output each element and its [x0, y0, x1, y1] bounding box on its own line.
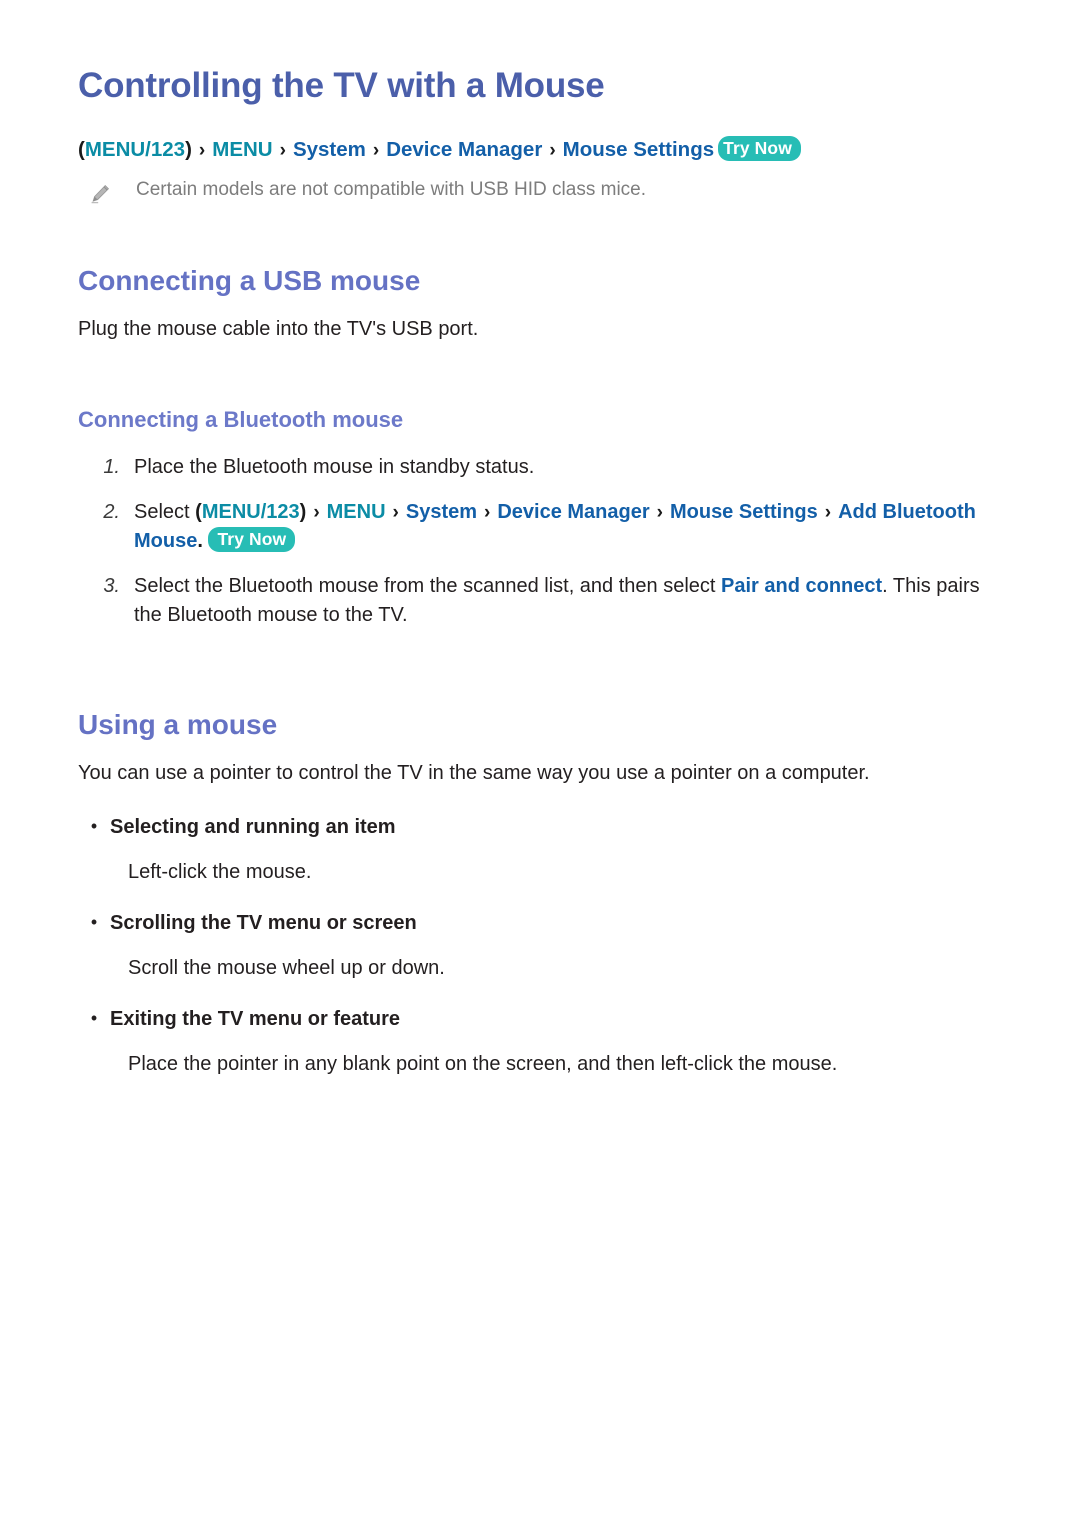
bullet-title: Selecting and running an item [110, 815, 396, 838]
bullet-heading-row: • Exiting the TV menu or feature [78, 1005, 1002, 1034]
section-intro-using-a-mouse: You can use a pointer to control the TV … [78, 761, 870, 784]
note-text: Certain models are not compatible with U… [136, 178, 647, 200]
pair-and-connect-link[interactable]: Pair and connect [721, 575, 882, 597]
step-number: 1. [103, 455, 120, 478]
step-text: Select (MENU/123) › MENU › System › Device Man… [134, 498, 1002, 556]
breadcrumb: (MENU/123) › MENU › System › Device Manager › Mo… [78, 136, 1002, 164]
breadcrumb-item-mouse-settings[interactable]: Mouse Settings [563, 138, 715, 161]
chevron-right-icon: › [198, 140, 206, 162]
section-heading-using-a-mouse: Using a mouse [78, 708, 278, 740]
step2-item-mouse-settings[interactable]: Mouse Settings [670, 501, 818, 523]
bullet-icon: • [90, 1007, 98, 1028]
breadcrumb-item-menu[interactable]: MENU [212, 138, 272, 161]
bullet-title: Scrolling the TV menu or screen [110, 911, 417, 934]
breadcrumb-open-paren: ( [78, 138, 85, 162]
breadcrumb-item-menu123[interactable]: MENU/123 [85, 138, 185, 161]
bullet-title: Exiting the TV menu or feature [110, 1007, 401, 1030]
list-item: • Selecting and running an item Left-cli… [78, 813, 1002, 887]
breadcrumb-item-system[interactable]: System [293, 138, 366, 161]
section-body-usb: Plug the mouse cable into the TV's USB p… [78, 317, 479, 340]
chevron-right-icon: › [656, 501, 663, 523]
chevron-right-icon: › [372, 140, 380, 162]
step2-item-system[interactable]: System [406, 501, 477, 523]
step3-part1: Select the Bluetooth mouse from the scan… [134, 574, 722, 597]
chevron-right-icon: › [392, 501, 399, 523]
step-number: 2. [103, 500, 120, 523]
step2-lead: Select [134, 500, 196, 523]
list-item: • Scrolling the TV menu or screen Scroll… [78, 909, 1002, 983]
bullet-icon: • [90, 911, 98, 932]
pencil-icon [88, 182, 112, 206]
step2-item-device-manager[interactable]: Device Manager [497, 501, 649, 523]
list-item: 2. Select (MENU/123) › MENU › System › Device … [78, 498, 1002, 556]
chevron-right-icon: › [549, 140, 556, 162]
step2-item-menu[interactable]: MENU [327, 501, 386, 523]
chevron-right-icon: › [279, 140, 286, 162]
step2-period: . [197, 529, 203, 552]
bullet-body: Scroll the mouse wheel up or down. [128, 956, 445, 979]
bullet-body: Place the pointer in any blank point on … [128, 1052, 838, 1075]
chevron-right-icon: › [313, 501, 320, 523]
list-item: 1. Place the Bluetooth mouse in standby … [78, 453, 1002, 482]
bullet-icon: • [90, 815, 98, 836]
step-number: 3. [103, 574, 120, 597]
section-heading-usb: Connecting a USB mouse [78, 264, 421, 296]
try-now-badge[interactable]: Try Now [208, 526, 296, 553]
step-text: Select the Bluetooth mouse from the scan… [134, 572, 1002, 630]
chevron-right-icon: › [484, 501, 491, 523]
step2-open-paren: ( [195, 500, 202, 523]
document-page: Controlling the TV with a Mouse (MENU/12… [0, 0, 1080, 1527]
using-mouse-bullet-list: • Selecting and running an item Left-cli… [78, 813, 1002, 1079]
list-item: • Exiting the TV menu or feature Place t… [78, 1005, 1002, 1079]
bullet-heading-row: • Scrolling the TV menu or screen [78, 909, 1002, 938]
chevron-right-icon: › [824, 501, 832, 523]
list-item: 3. Select the Bluetooth mouse from the s… [78, 572, 1002, 630]
breadcrumb-close-paren: ) [185, 138, 192, 162]
bluetooth-steps-list: 1. Place the Bluetooth mouse in standby … [78, 453, 1002, 630]
page-title: Controlling the TV with a Mouse [78, 66, 605, 105]
step-text: Place the Bluetooth mouse in standby sta… [134, 455, 535, 478]
bullet-heading-row: • Selecting and running an item [78, 813, 1002, 842]
bullet-body: Left-click the mouse. [128, 860, 312, 883]
step2-item-menu123[interactable]: MENU/123 [202, 501, 300, 523]
subsection-heading-bluetooth: Connecting a Bluetooth mouse [78, 406, 404, 432]
breadcrumb-item-device-manager[interactable]: Device Manager [386, 138, 542, 161]
note-row: Certain models are not compatible with U… [78, 178, 1002, 206]
try-now-badge[interactable]: Try Now [718, 136, 801, 162]
